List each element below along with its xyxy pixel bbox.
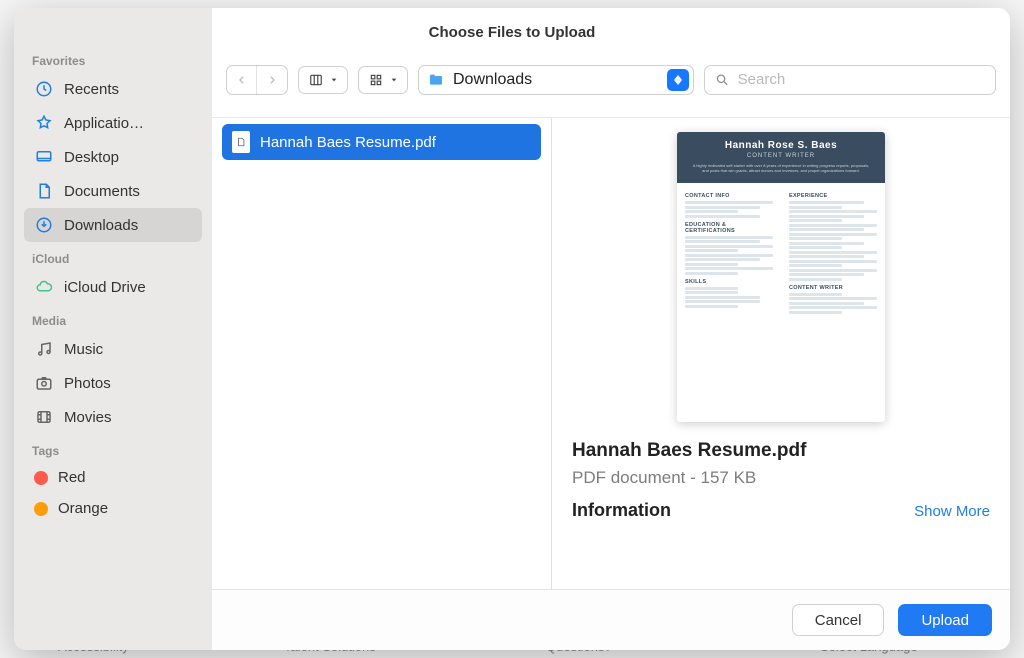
tag-dot-icon bbox=[34, 502, 48, 516]
search-box[interactable] bbox=[704, 65, 996, 95]
sidebar-item-label: Documents bbox=[64, 183, 140, 200]
file-name: Hannah Baes Resume.pdf bbox=[260, 134, 436, 151]
sidebar-item-label: Photos bbox=[64, 375, 111, 392]
sidebar-tag-orange[interactable]: Orange bbox=[24, 493, 202, 524]
sidebar-item-label: Movies bbox=[64, 409, 112, 426]
sidebar-item-label: Desktop bbox=[64, 149, 119, 166]
film-icon bbox=[34, 407, 54, 427]
dialog-footer: Cancel Upload bbox=[212, 589, 1010, 650]
music-icon bbox=[34, 339, 54, 359]
grid-icon bbox=[367, 73, 385, 87]
cloud-icon bbox=[34, 277, 54, 297]
sidebar-item-applications[interactable]: Applicatio… bbox=[24, 106, 202, 140]
chevron-down-icon bbox=[329, 76, 339, 84]
sidebar-item-label: Downloads bbox=[64, 217, 138, 234]
sidebar-item-label: Applicatio… bbox=[64, 115, 144, 132]
forward-button[interactable] bbox=[257, 66, 287, 94]
back-button[interactable] bbox=[227, 66, 257, 94]
download-icon bbox=[34, 215, 54, 235]
doc-thumb-name: Hannah Rose S. Baes bbox=[687, 140, 875, 151]
sidebar-item-label: Orange bbox=[58, 500, 108, 517]
file-row[interactable]: Hannah Baes Resume.pdf bbox=[222, 124, 541, 160]
sidebar-heading-media: Media bbox=[24, 304, 202, 332]
sidebar-item-icloud-drive[interactable]: iCloud Drive bbox=[24, 270, 202, 304]
sidebar: Favorites Recents Applicatio… Desktop bbox=[14, 8, 212, 650]
sidebar-item-label: Music bbox=[64, 341, 103, 358]
sidebar-item-label: iCloud Drive bbox=[64, 279, 146, 296]
search-icon bbox=[715, 72, 730, 88]
nav-buttons bbox=[226, 65, 288, 95]
preview-subtitle: PDF document - 157 KB bbox=[572, 468, 990, 488]
preview-filename: Hannah Baes Resume.pdf bbox=[572, 440, 990, 462]
desktop-icon bbox=[34, 147, 54, 167]
doc-thumb-role: CONTENT WRITER bbox=[687, 153, 875, 159]
sidebar-item-label: Red bbox=[58, 469, 86, 486]
search-input[interactable] bbox=[738, 71, 985, 88]
sidebar-item-desktop[interactable]: Desktop bbox=[24, 140, 202, 174]
toolbar: Downloads bbox=[212, 56, 1010, 118]
columns-icon bbox=[307, 73, 325, 87]
sidebar-item-photos[interactable]: Photos bbox=[24, 366, 202, 400]
sidebar-heading-icloud: iCloud bbox=[24, 242, 202, 270]
sidebar-item-label: Recents bbox=[64, 81, 119, 98]
cancel-button[interactable]: Cancel bbox=[792, 604, 885, 636]
sidebar-tag-red[interactable]: Red bbox=[24, 462, 202, 493]
document-thumbnail: Hannah Rose S. Baes CONTENT WRITER A hig… bbox=[677, 132, 885, 422]
file-list: Hannah Baes Resume.pdf bbox=[212, 118, 552, 589]
folder-name: Downloads bbox=[453, 71, 532, 89]
sidebar-item-downloads[interactable]: Downloads bbox=[24, 208, 202, 242]
sidebar-heading-tags: Tags bbox=[24, 434, 202, 462]
file-dialog-window: Favorites Recents Applicatio… Desktop bbox=[14, 8, 1010, 650]
stepper-icon bbox=[667, 69, 689, 91]
show-more-link[interactable]: Show More bbox=[914, 503, 990, 520]
sidebar-item-documents[interactable]: Documents bbox=[24, 174, 202, 208]
view-mode-button[interactable] bbox=[298, 66, 348, 94]
clock-icon bbox=[34, 79, 54, 99]
sidebar-item-music[interactable]: Music bbox=[24, 332, 202, 366]
sidebar-item-recents[interactable]: Recents bbox=[24, 72, 202, 106]
tag-dot-icon bbox=[34, 471, 48, 485]
folder-path-dropdown[interactable]: Downloads bbox=[418, 65, 694, 95]
document-icon bbox=[34, 181, 54, 201]
arrange-button[interactable] bbox=[358, 66, 408, 94]
chevron-down-icon bbox=[389, 76, 399, 84]
preview-info-heading: Information bbox=[572, 500, 671, 521]
sidebar-heading-favorites: Favorites bbox=[24, 44, 202, 72]
camera-icon bbox=[34, 373, 54, 393]
preview-pane: Hannah Rose S. Baes CONTENT WRITER A hig… bbox=[552, 118, 1010, 589]
apps-icon bbox=[34, 113, 54, 133]
sidebar-item-movies[interactable]: Movies bbox=[24, 400, 202, 434]
pdf-file-icon bbox=[232, 131, 250, 153]
folder-icon bbox=[427, 72, 445, 88]
upload-button[interactable]: Upload bbox=[898, 604, 992, 636]
